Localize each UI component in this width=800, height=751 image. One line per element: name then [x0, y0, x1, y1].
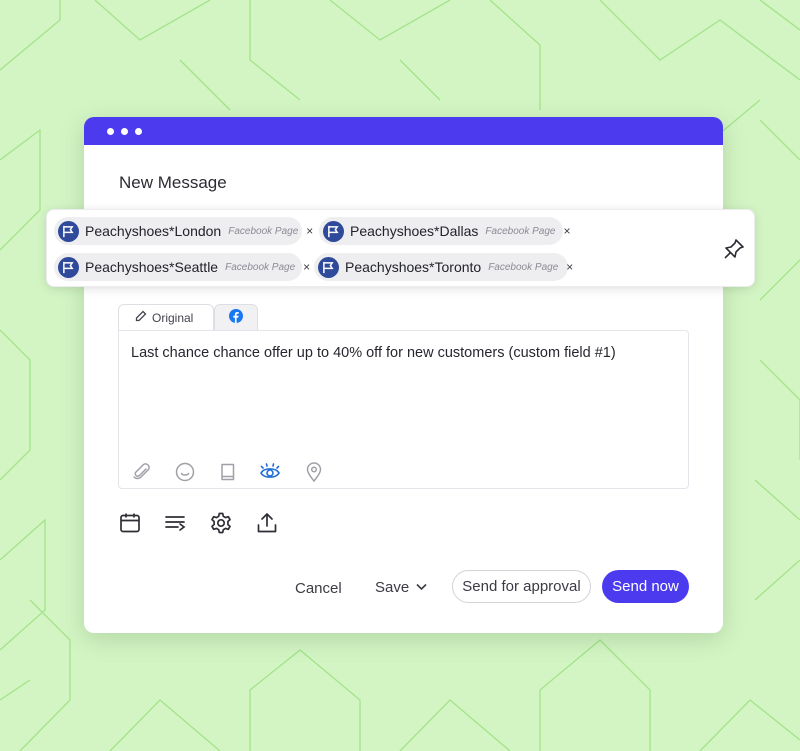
- chevron-down-icon: [416, 583, 427, 591]
- title-bar: [84, 117, 723, 145]
- recipient-chip[interactable]: Peachyshoes*London Facebook Page ×: [54, 217, 313, 245]
- message-editor[interactable]: Last chance chance offer up to 40% off f…: [118, 330, 689, 489]
- flag-avatar-icon: [58, 256, 79, 278]
- window-dot[interactable]: [121, 128, 128, 135]
- tab-original[interactable]: Original: [118, 304, 214, 331]
- window-dot[interactable]: [135, 128, 142, 135]
- pin-icon[interactable]: [722, 237, 746, 261]
- save-button[interactable]: Save: [375, 579, 427, 596]
- remove-recipient-icon[interactable]: ×: [563, 224, 570, 238]
- book-icon[interactable]: [217, 461, 239, 483]
- action-bar: Cancel Save Send for approval Send now: [0, 568, 800, 606]
- smiley-icon[interactable]: [174, 461, 196, 483]
- gear-icon[interactable]: [209, 511, 233, 535]
- save-label: Save: [375, 579, 410, 596]
- recipient-type: Facebook Page: [488, 261, 559, 273]
- cancel-button[interactable]: Cancel: [295, 580, 342, 597]
- recipient-chip[interactable]: Peachyshoes*Dallas Facebook Page ×: [319, 217, 570, 245]
- recipient-name: Peachyshoes*London: [85, 223, 222, 239]
- recipients-field[interactable]: Peachyshoes*London Facebook Page × Peach…: [46, 209, 755, 287]
- remove-recipient-icon[interactable]: ×: [306, 224, 313, 238]
- tab-facebook[interactable]: [214, 304, 258, 331]
- eye-icon[interactable]: [259, 461, 281, 483]
- message-text[interactable]: Last chance chance offer up to 40% off f…: [131, 345, 616, 361]
- recipient-chip[interactable]: Peachyshoes*Seattle Facebook Page ×: [54, 253, 310, 281]
- send-now-button[interactable]: Send now: [602, 570, 689, 603]
- recipient-type: Facebook Page: [485, 225, 556, 237]
- window-dot[interactable]: [107, 128, 114, 135]
- recipient-type: Facebook Page: [225, 261, 296, 273]
- tab-label: Original: [152, 311, 194, 325]
- upload-icon[interactable]: [255, 511, 279, 535]
- location-pin-icon[interactable]: [303, 461, 325, 483]
- paperclip-icon[interactable]: [131, 461, 153, 483]
- recipient-name: Peachyshoes*Dallas: [350, 223, 479, 239]
- flag-avatar-icon: [323, 220, 344, 242]
- recipient-type: Facebook Page: [228, 225, 299, 237]
- pencil-icon: [135, 309, 147, 327]
- flag-avatar-icon: [318, 256, 339, 278]
- recipient-chip[interactable]: Peachyshoes*Toronto Facebook Page ×: [314, 253, 573, 281]
- recipient-name: Peachyshoes*Seattle: [85, 259, 219, 275]
- text-lines-icon[interactable]: [163, 511, 187, 535]
- page-title: New Message: [119, 173, 227, 192]
- flag-avatar-icon: [58, 220, 79, 242]
- remove-recipient-icon[interactable]: ×: [303, 260, 310, 274]
- remove-recipient-icon[interactable]: ×: [566, 260, 573, 274]
- send-for-approval-button[interactable]: Send for approval: [452, 570, 591, 603]
- recipient-name: Peachyshoes*Toronto: [345, 259, 482, 275]
- facebook-icon: [229, 308, 243, 328]
- calendar-icon[interactable]: [118, 511, 142, 535]
